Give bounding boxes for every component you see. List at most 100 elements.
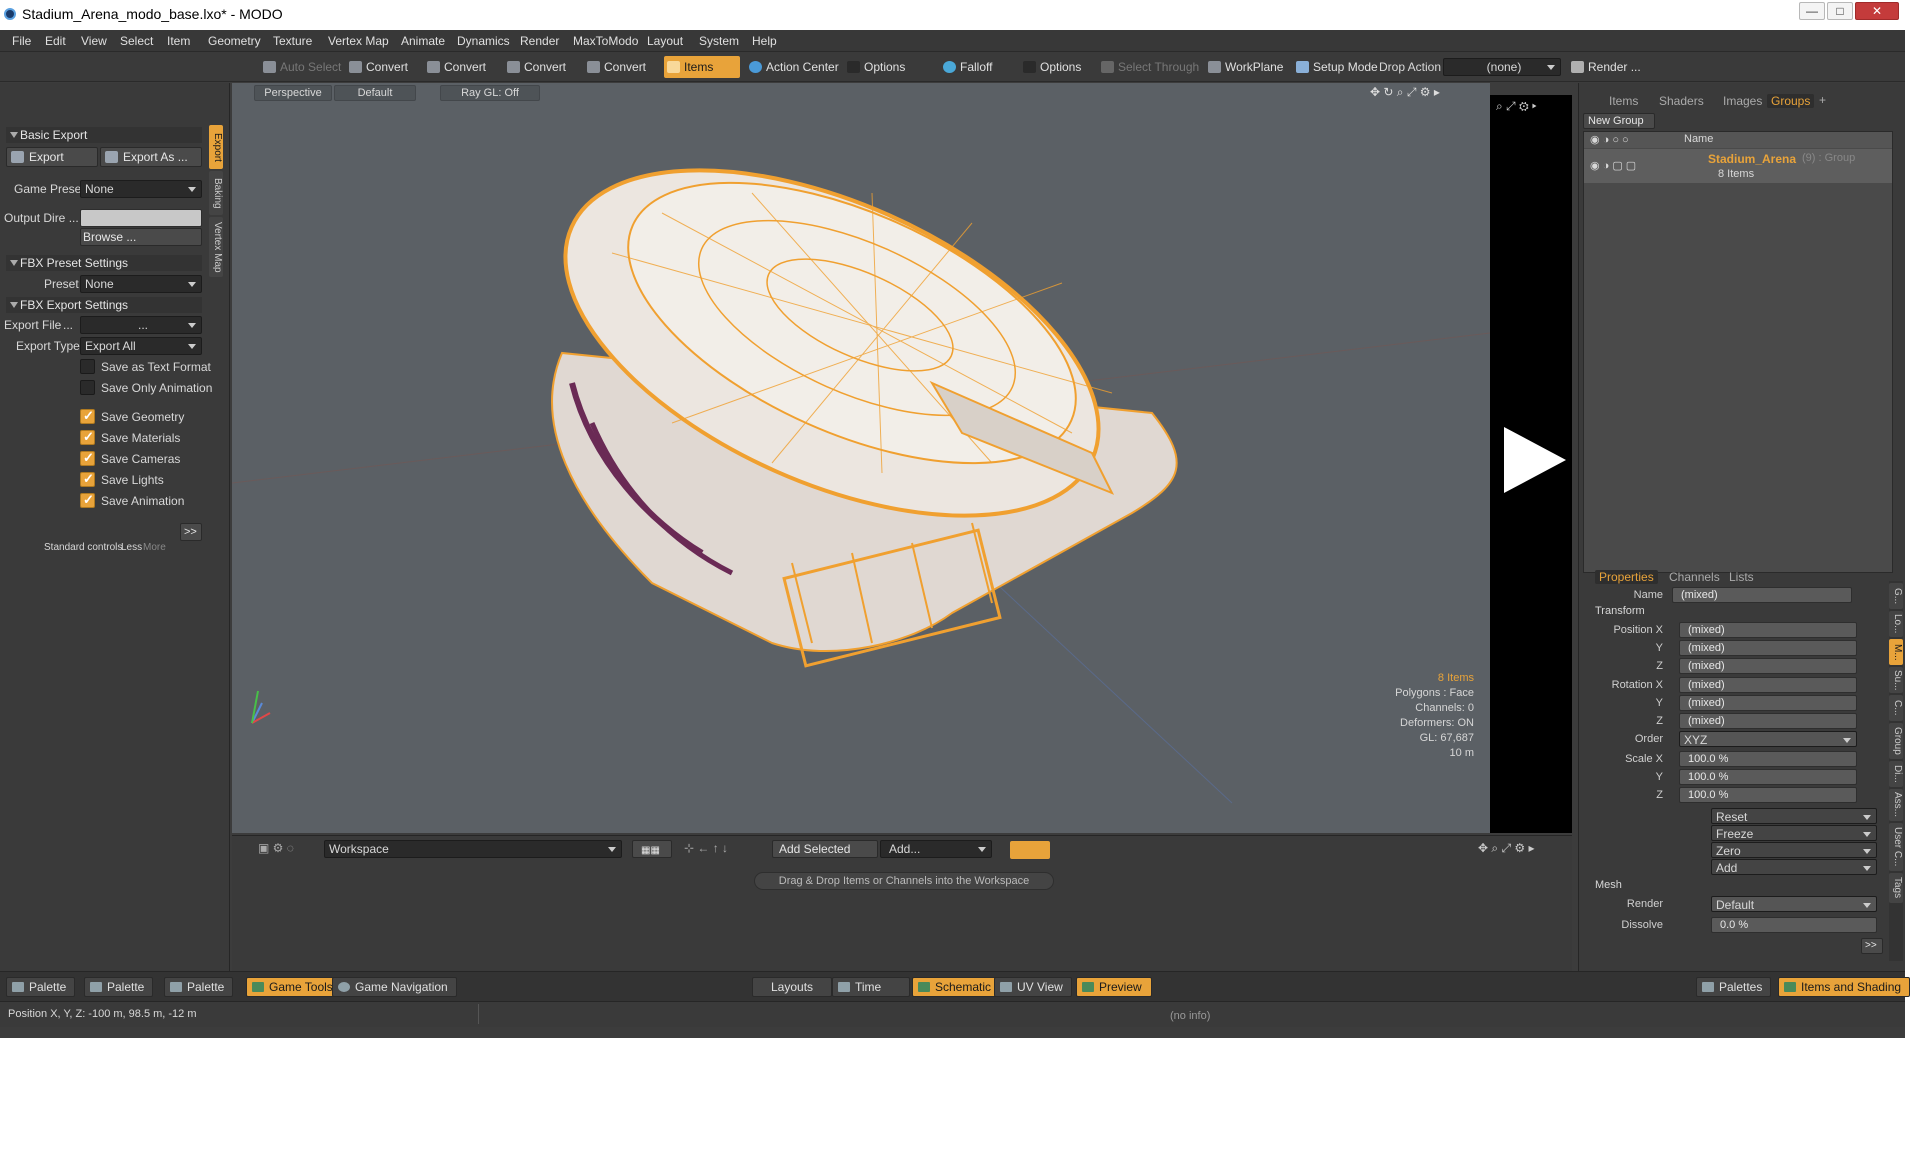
expand-button[interactable]: >> [180, 523, 202, 541]
side-tab-ass[interactable]: Ass... [1889, 789, 1903, 821]
save-only-animation-checkbox[interactable] [80, 380, 95, 395]
save-lights-checkbox[interactable] [80, 471, 95, 487]
side-tab-group[interactable]: Group [1889, 723, 1903, 759]
menu-help[interactable]: Help [752, 34, 777, 48]
maximize-button[interactable]: □ [1827, 2, 1853, 20]
reset-dropdown[interactable]: Reset [1711, 808, 1877, 824]
tab-export[interactable]: Export [209, 125, 223, 169]
menu-select[interactable]: Select [120, 34, 153, 48]
preview-nav-icons[interactable]: ⌕ ⤢ ⚙ ▸ [1496, 99, 1537, 114]
game-preset-dropdown[interactable]: None [80, 180, 202, 198]
palette-button-3[interactable]: Palette [164, 977, 234, 997]
menu-file[interactable]: File [12, 34, 31, 48]
tab-vertex-map[interactable]: Vertex Map [209, 217, 223, 277]
properties-expand-button[interactable]: >> [1861, 938, 1883, 954]
position-z-field[interactable]: (mixed) [1679, 658, 1857, 674]
side-tab-m[interactable]: M... [1889, 639, 1903, 665]
side-tab-di[interactable]: Di... [1889, 761, 1903, 787]
menu-item[interactable]: Item [167, 34, 190, 48]
rotation-x-field[interactable]: (mixed) [1679, 677, 1857, 693]
menu-system[interactable]: System [699, 34, 739, 48]
name-field[interactable]: (mixed) [1672, 587, 1852, 603]
tab-images[interactable]: Images [1723, 94, 1762, 108]
group-name[interactable]: Stadium_Arena [1708, 152, 1796, 166]
palette-button-1[interactable]: Palette [6, 977, 76, 997]
menu-edit[interactable]: Edit [45, 34, 66, 48]
layouts-button[interactable]: Layouts [752, 977, 833, 997]
group-row-toggles[interactable]: ◉ ◑ ▢ ▢ [1590, 159, 1636, 172]
play-icon[interactable] [1500, 425, 1570, 495]
falloff-button[interactable]: Falloff [940, 56, 992, 78]
order-dropdown[interactable]: XYZ [1679, 731, 1857, 747]
stadium-model[interactable] [232, 83, 1490, 833]
tab-shaders[interactable]: Shaders [1659, 94, 1704, 108]
workspace-nav-icons[interactable]: ✥ ⌕ ⤢ ⚙ ▸ [1478, 841, 1535, 856]
keyframe-buttons[interactable] [1010, 841, 1050, 859]
fbx-preset-header[interactable]: FBX Preset Settings [6, 255, 202, 271]
dissolve-field[interactable]: 0.0 % [1711, 917, 1877, 933]
add-dropdown[interactable]: Add [1711, 859, 1877, 875]
options-button-1[interactable]: Options [844, 56, 905, 78]
export-as-button[interactable]: Export As ... [100, 147, 202, 167]
position-x-field[interactable]: (mixed) [1679, 622, 1857, 638]
save-animation-checkbox[interactable] [80, 492, 95, 508]
stadium-arena-mesh[interactable] [515, 99, 1178, 668]
time-button[interactable]: Time [832, 977, 910, 997]
zero-dropdown[interactable]: Zero [1711, 842, 1877, 858]
convert-button-3[interactable]: Convert [504, 56, 566, 78]
tab-items[interactable]: Items [1609, 94, 1638, 108]
uv-view-button[interactable]: UV View [994, 977, 1072, 997]
side-tab-g[interactable]: G... [1889, 583, 1903, 609]
freeze-dropdown[interactable]: Freeze [1711, 825, 1877, 841]
convert-button-4[interactable]: Convert [584, 56, 646, 78]
scale-x-field[interactable]: 100.0 % [1679, 751, 1857, 767]
group-row[interactable]: ◉ ◑ ▢ ▢ Stadium_Arena (9) : Group 8 Item… [1584, 149, 1892, 183]
transform-header[interactable]: Transform [1595, 605, 1645, 617]
menu-dynamics[interactable]: Dynamics [457, 34, 510, 48]
menu-view[interactable]: View [81, 34, 107, 48]
convert-button-1[interactable]: Convert [346, 56, 408, 78]
rotation-y-field[interactable]: (mixed) [1679, 695, 1857, 711]
setup-mode-button[interactable]: Setup Mode [1293, 56, 1378, 78]
close-button[interactable]: ✕ [1855, 2, 1899, 20]
visibility-icon[interactable]: ◉ ◑ ○ ○ [1590, 133, 1629, 146]
menu-geometry[interactable]: Geometry [208, 34, 261, 48]
tab-properties[interactable]: Properties [1595, 570, 1658, 584]
menu-maxtomodo[interactable]: MaxToModo [573, 34, 638, 48]
side-tab-lo[interactable]: Lo... [1889, 611, 1903, 637]
side-tab-c[interactable]: C... [1889, 695, 1903, 721]
items-shading-button[interactable]: Items and Shading [1778, 977, 1910, 997]
menu-layout[interactable]: Layout [647, 34, 683, 48]
game-navigation-button[interactable]: Game Navigation [332, 977, 457, 997]
3d-viewport[interactable]: Perspective Default Ray GL: Off ✥ ↻ ⌕ ⤢ … [232, 83, 1490, 833]
export-file-dropdown[interactable]: ... [80, 316, 202, 334]
palettes-button[interactable]: Palettes [1696, 977, 1772, 997]
menu-render[interactable]: Render [520, 34, 559, 48]
less-link[interactable]: Less [121, 542, 142, 553]
convert-button-2[interactable]: Convert [424, 56, 486, 78]
preset-dropdown[interactable]: None [80, 275, 202, 293]
schematic-button[interactable]: Schematic [912, 977, 1001, 997]
rotation-z-field[interactable]: (mixed) [1679, 713, 1857, 729]
add-selected-button[interactable]: Add Selected [772, 840, 878, 858]
new-group-button[interactable]: New Group [1583, 113, 1655, 129]
preview-pane[interactable]: ⌕ ⤢ ⚙ ▸ [1490, 95, 1572, 833]
mesh-header[interactable]: Mesh [1595, 879, 1622, 891]
add-dropdown-workspace[interactable]: Add... [880, 840, 992, 858]
workspace-tool-icons[interactable]: ▣ ⚙ ◌ [258, 841, 294, 855]
export-button[interactable]: Export [6, 147, 98, 167]
save-materials-checkbox[interactable] [80, 429, 95, 445]
action-center-button[interactable]: Action Center [746, 56, 839, 78]
menu-animate[interactable]: Animate [401, 34, 445, 48]
tab-baking[interactable]: Baking [209, 171, 223, 215]
more-link[interactable]: More [143, 542, 166, 553]
basic-export-header[interactable]: Basic Export [6, 127, 202, 143]
position-y-field[interactable]: (mixed) [1679, 640, 1857, 656]
options-button-2[interactable]: Options [1020, 56, 1081, 78]
palette-button-2[interactable]: Palette [84, 977, 154, 997]
menu-vertex-map[interactable]: Vertex Map [328, 34, 389, 48]
game-tools-button[interactable]: Game Tools [246, 977, 342, 997]
scale-y-field[interactable]: 100.0 % [1679, 769, 1857, 785]
preview-button[interactable]: Preview [1076, 977, 1152, 997]
export-type-dropdown[interactable]: Export All [80, 337, 202, 355]
